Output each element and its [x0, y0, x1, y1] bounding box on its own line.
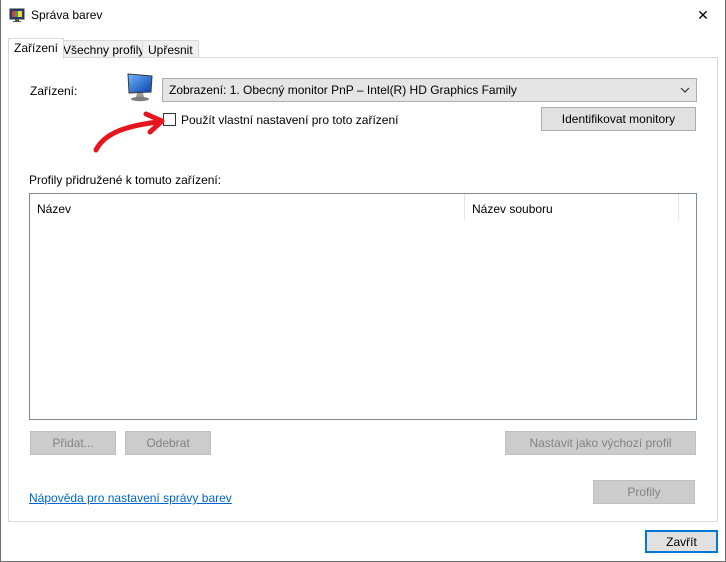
color-management-app-icon	[9, 8, 25, 22]
close-icon: ✕	[697, 7, 709, 23]
profiles-section-label: Profily přidružené k tomuto zařízení:	[29, 173, 222, 187]
close-button[interactable]: ✕	[680, 0, 726, 31]
remove-profile-button[interactable]: Odebrat	[125, 431, 211, 455]
column-header-filename[interactable]: Název souboru	[465, 194, 678, 220]
device-select-value: Zobrazení: 1. Obecný monitor PnP – Intel…	[169, 83, 517, 97]
device-label: Zařízení:	[30, 84, 78, 98]
identify-monitors-button[interactable]: Identifikovat monitory	[541, 107, 696, 131]
monitor-icon	[127, 73, 153, 102]
window-title: Správa barev	[31, 8, 103, 22]
column-header-name[interactable]: Název	[30, 194, 465, 220]
tab-advanced[interactable]: Upřesnit	[142, 40, 199, 58]
title-bar: Správa barev ✕	[0, 0, 726, 31]
custom-settings-label: Použít vlastní nastavení pro toto zaříze…	[181, 113, 399, 127]
annotation-arrow	[93, 111, 165, 153]
device-select[interactable]: Zobrazení: 1. Obecný monitor PnP – Intel…	[162, 78, 697, 102]
chevron-down-icon	[680, 87, 690, 93]
profiles-list[interactable]: Název Název souboru	[29, 193, 697, 420]
tab-devices[interactable]: Zařízení	[8, 38, 65, 59]
column-separator[interactable]	[678, 194, 679, 220]
add-profile-button[interactable]: Přidat...	[30, 431, 116, 455]
profiles-button[interactable]: Profily	[593, 480, 695, 504]
help-link[interactable]: Nápověda pro nastavení správy barev	[29, 491, 232, 505]
close-dialog-button[interactable]: Zavřít	[645, 530, 718, 553]
set-default-profile-button[interactable]: Nastavit jako výchozí profil	[505, 431, 696, 455]
tab-all-profiles[interactable]: Všechny profily	[57, 40, 151, 58]
